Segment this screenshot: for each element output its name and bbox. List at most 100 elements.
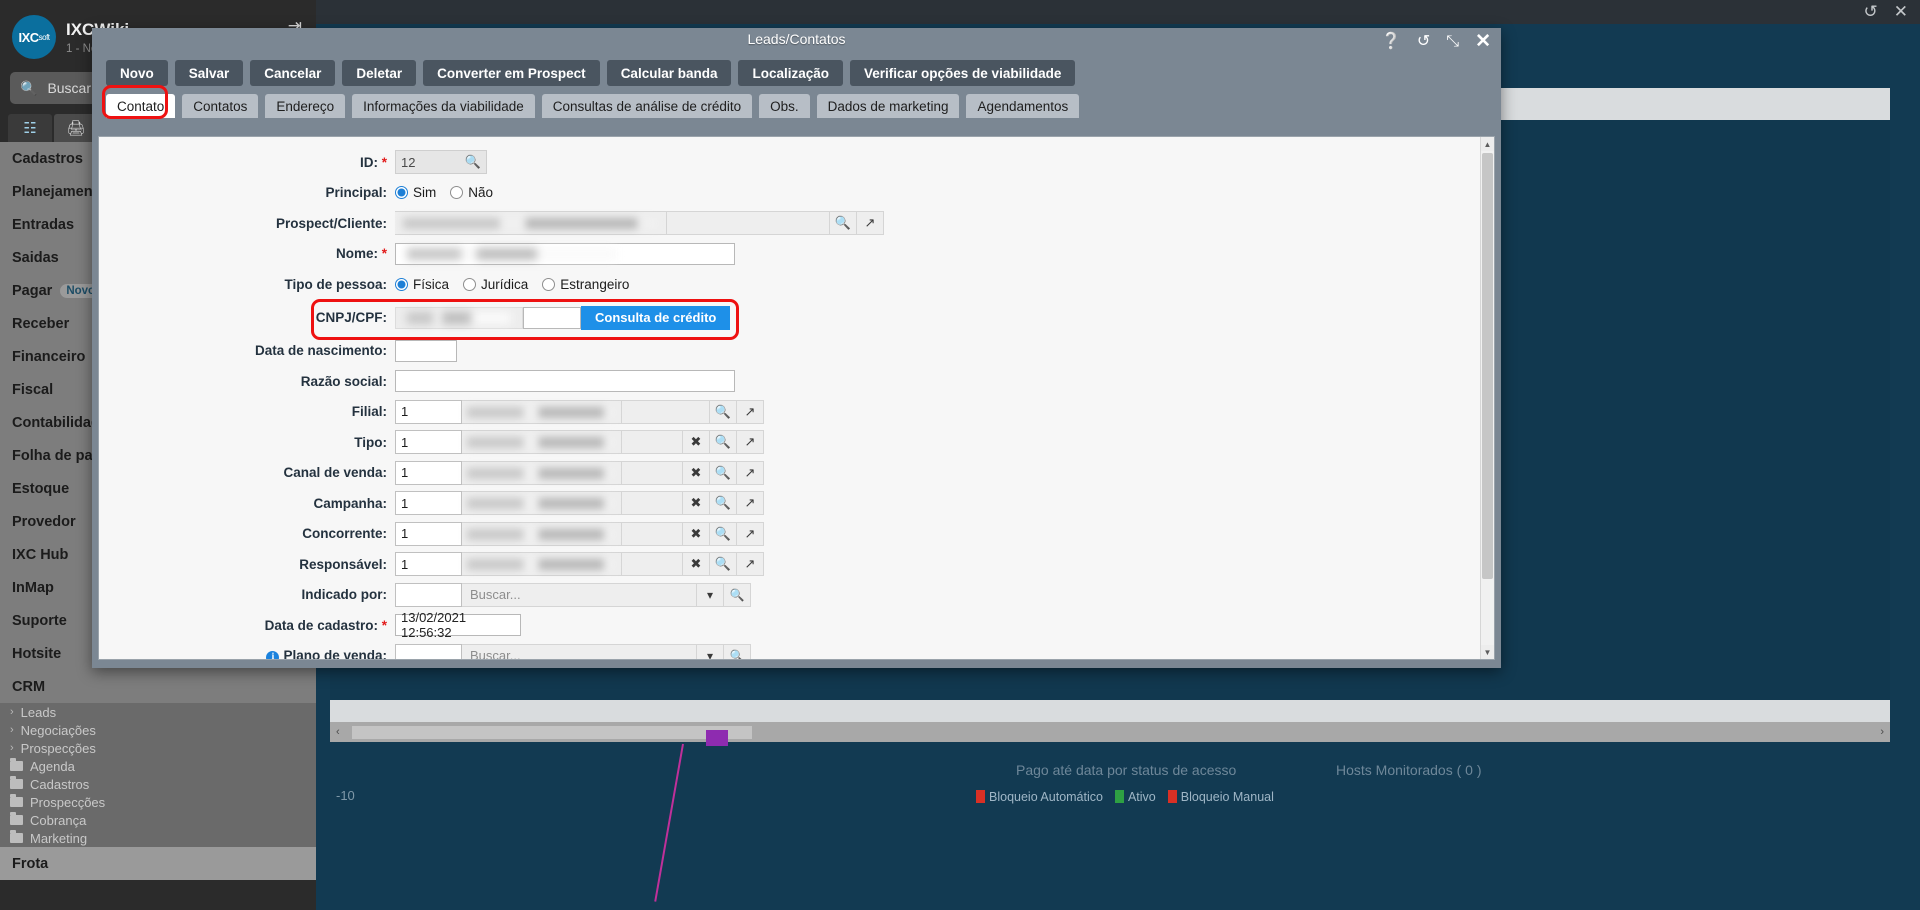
scroll-down-arrow[interactable]: ▼ (1481, 645, 1494, 659)
clear-icon[interactable]: ✖ (683, 430, 710, 455)
responsavel-name[interactable] (462, 552, 622, 577)
canal-de-venda-id-input[interactable]: 1 (395, 460, 462, 485)
sidebar-subitem-cobranca[interactable]: Cobrança (0, 811, 316, 829)
tipo-pessoa-option-juridica[interactable]: Jurídica (463, 277, 528, 292)
chevron-down-icon[interactable]: ▾ (697, 643, 724, 659)
salvar-button[interactable]: Salvar (174, 60, 244, 86)
info-icon[interactable]: i (266, 650, 280, 659)
chevron-down-icon[interactable]: ▾ (697, 582, 724, 607)
razao-social-input[interactable] (395, 370, 735, 393)
filial-name[interactable] (462, 399, 622, 424)
campanha-id-input[interactable]: 1 (395, 491, 462, 516)
tab-contatos[interactable]: Contatos (182, 94, 259, 118)
search-icon[interactable]: 🔍 (724, 643, 751, 659)
indicado-por-placeholder[interactable]: Buscar... (462, 582, 697, 607)
sidebar-subitem-negociacoes[interactable]: › Negociações (0, 721, 316, 739)
open-external-icon[interactable]: ↗ (737, 491, 764, 516)
principal-option-sim[interactable]: Sim (395, 185, 436, 200)
sidebar-tab-list[interactable]: ☷ (8, 114, 52, 142)
search-icon[interactable]: 🔍 (710, 521, 737, 546)
open-external-icon[interactable]: ↗ (737, 552, 764, 577)
scroll-thumb[interactable] (1482, 153, 1493, 579)
clear-icon[interactable]: ✖ (683, 491, 710, 516)
tipo-name-ext[interactable] (622, 430, 683, 455)
sidebar-subitem-prospeccoes[interactable]: › Prospecções (0, 739, 316, 757)
concorrente-name[interactable] (462, 521, 622, 546)
tipo-name[interactable] (462, 430, 622, 455)
deletar-button[interactable]: Deletar (342, 60, 417, 86)
filial-id-input[interactable]: 1 (395, 399, 462, 424)
tab-dados-de-marketing[interactable]: Dados de marketing (816, 94, 960, 118)
novo-button[interactable]: Novo (106, 60, 168, 86)
principal-option-nao[interactable]: Não (450, 185, 493, 200)
clear-icon[interactable]: ✖ (683, 552, 710, 577)
background-horizontal-scrollbar[interactable]: ‹ › (330, 722, 1890, 742)
nome-input[interactable] (395, 242, 735, 265)
tab-consultas-de-analise-de-credito[interactable]: Consultas de análise de crédito (541, 94, 753, 118)
indicado-por-id-input[interactable] (395, 582, 462, 607)
history-icon[interactable]: ↺ (1417, 33, 1430, 50)
tipo-pessoa-option-fisica[interactable]: Física (395, 277, 449, 292)
history-icon[interactable]: ↺ (1864, 2, 1878, 22)
concorrente-id-input[interactable]: 1 (395, 521, 462, 546)
plano-de-venda-placeholder[interactable]: Buscar... (462, 643, 697, 659)
sidebar-subitem-leads[interactable]: › Leads (0, 703, 316, 721)
maximize-icon[interactable]: ⤡ (1446, 33, 1459, 50)
prospect-cliente-extra[interactable] (667, 211, 830, 236)
tab-informacoes-da-viabilidade[interactable]: Informações da viabilidade (352, 94, 535, 118)
scroll-right-arrow[interactable]: › (1880, 726, 1884, 738)
campanha-name-ext[interactable] (622, 491, 683, 516)
open-external-icon[interactable]: ↗ (737, 460, 764, 485)
responsavel-id-input[interactable]: 1 (395, 552, 462, 577)
cnpj-cpf-input[interactable] (395, 306, 523, 329)
form-vertical-scrollbar[interactable]: ▲ ▼ (1480, 137, 1494, 659)
calcular-banda-button[interactable]: Calcular banda (606, 60, 732, 86)
open-external-icon[interactable]: ↗ (857, 211, 884, 236)
id-input[interactable]: 12 🔍 (395, 150, 487, 175)
sidebar-item-frota[interactable]: Frota (0, 847, 316, 880)
prospect-cliente-value[interactable] (395, 211, 667, 236)
sidebar-subitem-prospeccoes-folder[interactable]: Prospecções (0, 793, 316, 811)
scroll-up-arrow[interactable]: ▲ (1481, 137, 1494, 151)
localizacao-button[interactable]: Localização (738, 60, 843, 86)
dialog-titlebar[interactable]: Leads/Contatos ❔ ↺ ⤡ ✕ (92, 28, 1501, 54)
search-icon[interactable]: 🔍 (710, 399, 737, 424)
plano-de-venda-id-input[interactable] (395, 643, 462, 659)
cnpj-cpf-secondary-input[interactable] (523, 306, 581, 329)
scroll-thumb[interactable] (352, 725, 752, 739)
tipo-pessoa-option-estrangeiro[interactable]: Estrangeiro (542, 277, 629, 292)
search-icon[interactable]: 🔍 (710, 552, 737, 577)
data-nascimento-input[interactable] (395, 339, 457, 362)
sidebar-subitem-cadastros[interactable]: Cadastros (0, 775, 316, 793)
campanha-name[interactable] (462, 491, 622, 516)
open-external-icon[interactable]: ↗ (737, 521, 764, 546)
tab-endereco[interactable]: Endereço (265, 94, 346, 118)
sidebar-subitem-marketing[interactable]: Marketing (0, 829, 316, 847)
converter-em-prospect-button[interactable]: Converter em Prospect (423, 60, 600, 86)
search-icon[interactable]: 🔍 (710, 460, 737, 485)
close-icon[interactable]: ✕ (1894, 2, 1908, 22)
sidebar-item-crm[interactable]: CRM (0, 670, 316, 703)
sidebar-subitem-agenda[interactable]: Agenda (0, 757, 316, 775)
open-external-icon[interactable]: ↗ (737, 430, 764, 455)
tab-obs[interactable]: Obs. (759, 94, 810, 118)
search-icon[interactable]: 🔍 (465, 154, 481, 170)
concorrente-name-ext[interactable] (622, 521, 683, 546)
search-icon[interactable]: 🔍 (830, 211, 857, 236)
search-icon[interactable]: 🔍 (724, 582, 751, 607)
cancelar-button[interactable]: Cancelar (250, 60, 336, 86)
clear-icon[interactable]: ✖ (683, 521, 710, 546)
search-icon[interactable]: 🔍 (710, 491, 737, 516)
tab-contato[interactable]: Contato (106, 94, 176, 118)
responsavel-name-ext[interactable] (622, 552, 683, 577)
open-external-icon[interactable]: ↗ (737, 399, 764, 424)
scroll-left-arrow[interactable]: ‹ (336, 726, 340, 738)
clear-icon[interactable]: ✖ (683, 460, 710, 485)
data-cadastro-input[interactable]: 13/02/2021 12:56:32 (395, 610, 521, 640)
tab-agendamentos[interactable]: Agendamentos (966, 94, 1080, 118)
canal-de-venda-name-ext[interactable] (622, 460, 683, 485)
background-topbar-icons[interactable]: ↺ ✕ (1864, 2, 1909, 22)
prospect-cliente-lookup[interactable]: 🔍 ↗ (395, 211, 884, 236)
search-icon[interactable]: 🔍 (710, 430, 737, 455)
consulta-de-credito-button[interactable]: Consulta de crédito (581, 305, 731, 330)
